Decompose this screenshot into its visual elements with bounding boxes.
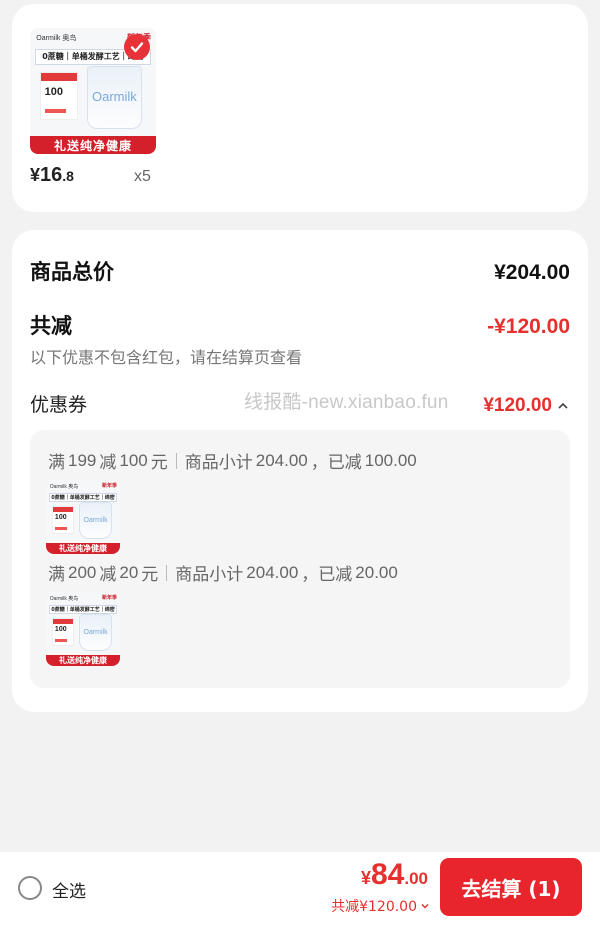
total-decimal: .00 <box>404 869 428 888</box>
subtotal-label: 商品小计 <box>184 453 253 473</box>
discount-label: 共减 <box>30 314 72 338</box>
thumb-brand-right: 新年季 <box>102 483 118 490</box>
thumb-promo-value: 100 <box>54 514 67 522</box>
discount-value: -¥120.00 <box>487 315 570 338</box>
product-price: ¥16.8 <box>30 164 74 187</box>
coupon-rule-prefix: 满 <box>48 453 65 473</box>
thumb-promo: 100 <box>51 617 75 646</box>
coupon-value[interactable]: ¥120.00 <box>483 395 570 417</box>
select-all-radio[interactable] <box>18 876 42 900</box>
select-all-label[interactable]: 全选 <box>52 877 86 902</box>
chevron-down-icon[interactable] <box>420 901 430 911</box>
coupon-product-thumbnail[interactable]: Oarmilk 奥鸟 新年季 0蔗糖｜单桶发酵工艺｜绵密 100 Oarmilk… <box>46 592 120 666</box>
coupon-amount: 20 <box>119 562 139 582</box>
bottom-safe-area <box>0 925 600 949</box>
coupon-rule-line: 满 200 减 20 元 商品小计 204.00 ，已减 20.00 <box>48 560 401 586</box>
discount-row: 共减 -¥120.00 <box>30 310 570 340</box>
chevron-up-icon[interactable] <box>556 399 570 413</box>
payable-total: ¥84.00 <box>361 858 428 892</box>
divider <box>166 564 168 581</box>
thumb-footer: 礼送纯净健康 <box>30 136 156 154</box>
discount-note: 以下优惠不包含红包，请在结算页查看 <box>30 348 303 367</box>
coupon-rule-line: 满 199 减 100 元 商品小计 204.00 ，已减 100.00 <box>48 448 420 474</box>
total-value: ¥204.00 <box>494 261 570 284</box>
coupon-rule-mid: 减 <box>99 453 117 473</box>
reduced-label: ，已减 <box>310 453 362 473</box>
coupon-detail-box: 满 199 减 100 元 商品小计 204.00 ，已减 100.00 Oarmilk 奥鸟… <box>30 430 570 688</box>
coupon-threshold: 199 <box>68 450 97 470</box>
cup-text: Oarmilk <box>83 516 108 524</box>
thumb-banner: 0蔗糖｜单桶发酵工艺｜绵密 <box>48 492 118 503</box>
thumb-brand: Oarmilk 奥鸟 <box>36 35 77 43</box>
watermark-text: 线报酷-new.xianbao.fun <box>244 392 449 413</box>
coupon-product-thumbnail[interactable]: Oarmilk 奥鸟 新年季 0蔗糖｜单桶发酵工艺｜绵密 100 Oarmilk… <box>46 480 120 554</box>
coupon-rule-suffix: 元 <box>150 453 168 473</box>
cart-item-card: Oarmilk 奥鸟 新年季 0蔗糖｜单桶发酵工艺｜绵密 100 Oarmilk… <box>12 4 588 212</box>
coupon-rule-suffix: 元 <box>141 565 159 585</box>
thumb-promo-value: 100 <box>54 626 67 634</box>
total-label: 商品总价 <box>30 260 114 284</box>
yogurt-cup-image: Oarmilk <box>86 65 143 129</box>
total-currency: ¥ <box>360 868 371 888</box>
thumb-promo: 100 <box>40 72 78 120</box>
thumb-promo: 100 <box>51 505 75 534</box>
check-icon[interactable] <box>124 34 150 60</box>
subtotal-label: 商品小计 <box>175 565 244 585</box>
product-thumbnail[interactable]: Oarmilk 奥鸟 新年季 0蔗糖｜单桶发酵工艺｜绵密 100 Oarmilk… <box>30 28 156 154</box>
subtotal-value: 204.00 <box>246 562 299 582</box>
total-integer: 84 <box>370 858 405 891</box>
saved-text: 共减¥120.00 <box>331 899 417 915</box>
thumb-footer: 礼送纯净健康 <box>46 542 120 554</box>
thumb-brand: Oarmilk 奥鸟 <box>49 595 79 602</box>
reduced-value: 20.00 <box>355 562 398 582</box>
reduced-value: 100.00 <box>364 450 417 470</box>
divider <box>175 452 177 469</box>
thumb-footer: 礼送纯净健康 <box>46 654 120 666</box>
total-row: 商品总价 ¥204.00 <box>30 256 570 286</box>
cup-text: Oarmilk <box>83 628 108 636</box>
reduced-label: ，已减 <box>301 565 353 585</box>
price-summary-card: 商品总价 ¥204.00 共减 -¥120.00 以下优惠不包含红包，请在结算页… <box>12 230 588 712</box>
yogurt-cup-image: Oarmilk <box>79 614 112 652</box>
coupon-rule-prefix: 满 <box>48 565 65 585</box>
saved-amount[interactable]: 共减¥120.00 <box>331 896 430 916</box>
thumb-promo-value: 100 <box>44 85 64 98</box>
price-decimal: .8 <box>62 168 74 184</box>
subtotal-value: 204.00 <box>255 450 308 470</box>
thumb-banner: 0蔗糖｜单桶发酵工艺｜绵密 <box>48 604 118 615</box>
coupon-amount: ¥120.00 <box>483 395 552 416</box>
checkout-bar: 全选 ¥84.00 共减¥120.00 去结算 (1) <box>0 852 600 925</box>
price-currency: ¥ <box>30 165 41 185</box>
thumb-brand-right: 新年季 <box>102 595 118 602</box>
thumb-brand: Oarmilk 奥鸟 <box>49 483 79 490</box>
coupon-rule-mid: 减 <box>99 565 117 585</box>
coupon-threshold: 200 <box>68 562 97 582</box>
yogurt-cup-image: Oarmilk <box>79 502 112 540</box>
cup-text: Oarmilk <box>92 89 137 105</box>
coupon-amount: 100 <box>119 450 148 470</box>
coupon-label: 优惠券 <box>30 394 88 416</box>
product-quantity[interactable]: x5 <box>134 168 151 186</box>
checkout-button[interactable]: 去结算 (1) <box>440 858 582 916</box>
price-integer: 16 <box>40 164 63 186</box>
